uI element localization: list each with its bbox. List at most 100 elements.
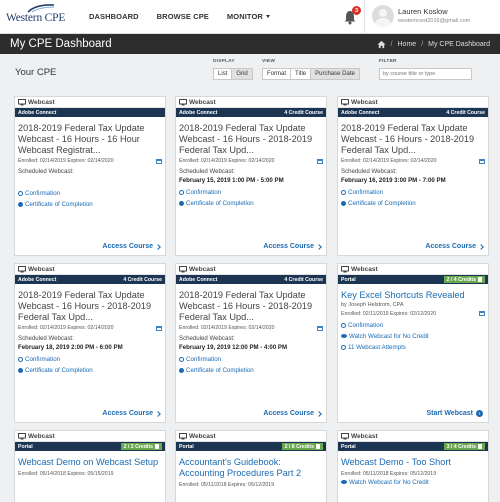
card-enrollment: Enrolled: 02/14/2019 Expires: 02/14/2020 (176, 322, 326, 331)
chevron-right-icon (155, 243, 161, 250)
card-enrollment: Enrolled: 02/14/2019 Expires: 02/14/2020 (338, 155, 488, 164)
card-credits: 2 / 2 Credits (120, 443, 162, 450)
access-course-button[interactable]: Access Course (102, 410, 161, 417)
breadcrumb-home[interactable]: Home (398, 41, 417, 48)
card-type: Webcast (28, 432, 55, 440)
card-title: 2018-2019 Federal Tax Update Webcast - 1… (179, 123, 313, 155)
watch-no-credit-link[interactable]: Watch Webcast for No Credit (341, 479, 485, 486)
calendar-icon[interactable] (317, 325, 323, 331)
card-schedule-label: Scheduled Webcast: (179, 335, 235, 343)
circle-icon (179, 201, 184, 207)
watch-no-credit-link[interactable]: Watch Webcast for No Credit (341, 333, 485, 340)
start-webcast-button[interactable]: Start Webcast › (426, 410, 483, 417)
nav-divider (364, 0, 365, 34)
card-title[interactable]: Key Excel Shortcuts Revealed (338, 284, 488, 301)
certificate-link[interactable]: Certificate of Completion (18, 201, 162, 208)
calendar-icon[interactable] (156, 158, 162, 164)
calendar-icon[interactable] (479, 158, 485, 164)
card-platform: Adobe Connect (179, 109, 218, 116)
download-icon[interactable] (478, 444, 482, 449)
certificate-link[interactable]: Certificate of Completion (18, 367, 162, 374)
monitor-icon (179, 98, 187, 105)
download-icon[interactable] (155, 444, 159, 449)
webcast-attempts-link[interactable]: 11 Webcast Attempts (341, 344, 485, 351)
card-platform: Adobe Connect (18, 109, 57, 116)
circle-icon (179, 368, 184, 374)
breadcrumb: / Home / My CPE Dashboard (376, 40, 490, 49)
display-list-button[interactable]: List (213, 68, 233, 80)
user-email: westerncest2016@gmail.com (398, 18, 471, 24)
card-title[interactable]: Webcast Demo on Webcast Setup (15, 451, 165, 468)
download-icon[interactable] (316, 444, 320, 449)
card-enrollment: Enrolled: 05/11/2018 Expires: 05/12/2019 (176, 479, 326, 488)
certificate-link[interactable]: Certificate of Completion (179, 200, 323, 207)
home-icon[interactable] (376, 40, 386, 49)
western-cpe-logo[interactable]: Western CPE (6, 0, 76, 34)
access-course-button[interactable]: Access Course (425, 243, 484, 250)
card-credits: 2 / 8 Credits (281, 443, 323, 450)
access-course-label: Access Course (102, 410, 153, 417)
card-credits-label: 2 / 4 Credits (446, 276, 476, 283)
card-platform-bar: Adobe Connect (15, 108, 165, 117)
card-title[interactable]: Accountant's Guidebook: Accounting Proce… (176, 451, 326, 479)
card-title[interactable]: Webcast Demo - Too Short (338, 451, 488, 468)
card-platform-bar: Portal 2 / 8 Credits (176, 442, 326, 451)
filter-input[interactable] (379, 68, 472, 80)
confirmation-link[interactable]: Confirmation (18, 190, 162, 197)
confirmation-link[interactable]: Confirmation (18, 356, 162, 363)
display-grid-button[interactable]: Grid (231, 68, 253, 80)
toolbar: Your CPE DISPLAY List Grid VIEW Format T… (0, 54, 500, 91)
view-purchase-date-button[interactable]: Purchase Date (310, 68, 360, 80)
download-icon[interactable] (478, 277, 482, 282)
access-course-button[interactable]: Access Course (102, 243, 161, 250)
card-links: Confirmation Watch Webcast for No Credit… (338, 317, 488, 351)
calendar-icon[interactable] (479, 311, 485, 317)
certificate-link[interactable]: Certificate of Completion (179, 367, 323, 374)
certificate-link[interactable]: Certificate of Completion (341, 200, 485, 207)
confirmation-link[interactable]: Confirmation (341, 189, 485, 196)
user-name: Lauren Koslow (398, 7, 448, 16)
nav-monitor[interactable]: MONITOR (227, 12, 270, 21)
confirmation-link[interactable]: Confirmation (179, 189, 323, 196)
calendar-icon[interactable] (156, 325, 162, 331)
access-course-button[interactable]: Access Course (263, 410, 322, 417)
confirmation-link[interactable]: Confirmation (341, 322, 485, 329)
access-course-button[interactable]: Access Course (263, 243, 322, 250)
confirmation-link[interactable]: Confirmation (179, 356, 323, 363)
card-type-row: Webcast (176, 264, 326, 275)
chevron-right-icon (478, 243, 484, 250)
nav-dashboard[interactable]: DASHBOARD (89, 12, 139, 21)
avatar[interactable] (372, 5, 394, 27)
monitor-icon (341, 98, 349, 105)
card-enrollment-dates: Enrolled: 02/14/2019 Expires: 02/14/2020 (179, 325, 275, 332)
check-circle-icon (341, 190, 346, 196)
monitor-icon (18, 432, 26, 439)
card-credits-label: 2 / 2 Credits (123, 443, 153, 450)
card-type: Webcast (28, 98, 55, 106)
access-course-label: Access Course (263, 410, 314, 417)
card-credits: 4 Credit Course (284, 276, 323, 283)
access-course-label: Access Course (263, 243, 314, 250)
card-schedule-date: February 15, 2019 1:00 PM - 5:00 PM (179, 177, 284, 185)
card-enrollment-dates: Enrolled: 02/11/2019 Expires: 02/12/2020 (341, 310, 437, 317)
eye-icon (341, 334, 347, 339)
calendar-icon[interactable] (317, 158, 323, 164)
card-platform: Portal (341, 443, 356, 450)
card-credits-label: 3 / 4 Credits (446, 443, 476, 450)
webcast-attempts-label: 11 Webcast Attempts (348, 343, 406, 351)
chevron-right-icon (316, 410, 322, 417)
card-type-row: Webcast (176, 97, 326, 108)
view-title-button[interactable]: Title (290, 68, 312, 80)
access-course-label: Access Course (102, 243, 153, 250)
nav-browse-cpe[interactable]: BROWSE CPE (157, 12, 209, 21)
chevron-right-icon (155, 410, 161, 417)
view-format-button[interactable]: Format (262, 68, 292, 80)
card-platform-bar: Adobe Connect 4 Credit Course (176, 108, 326, 117)
user-menu[interactable]: Lauren Koslow westerncest2016@gmail.com (398, 7, 470, 24)
card-type-row: Webcast (15, 97, 165, 108)
card-author: by Joseph Helstrom, CPA (341, 301, 404, 308)
card-enrollment: Enrolled: 02/14/2019 Expires: 02/14/2020 (176, 155, 326, 164)
card-type-row: Webcast (176, 431, 326, 442)
check-circle-icon (179, 190, 184, 196)
filter-label: FILTER (379, 59, 397, 64)
